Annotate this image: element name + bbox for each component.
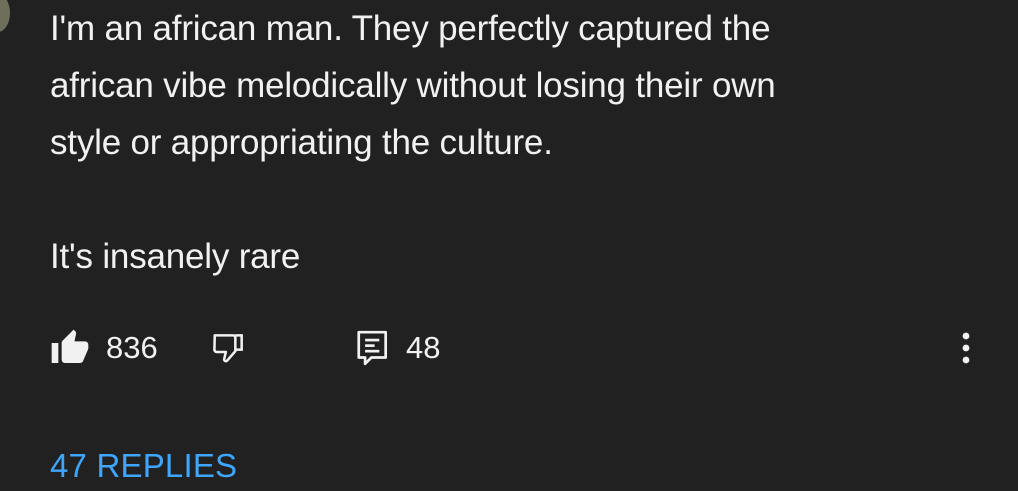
comment-line: It's insanely rare xyxy=(50,237,301,276)
comment-line: style or appropriating the culture. xyxy=(50,123,553,162)
like-button[interactable] xyxy=(50,325,90,371)
comment-line: african vibe melodically without losing … xyxy=(50,66,776,105)
more-vertical-icon xyxy=(962,332,970,364)
reply-count: 48 xyxy=(406,330,441,365)
like-count: 836 xyxy=(106,330,158,365)
comment-body: I'm an african man. They perfectly captu… xyxy=(50,0,950,285)
dislike-button[interactable] xyxy=(210,325,248,371)
thumb-up-filled-icon xyxy=(51,329,89,363)
avatar[interactable] xyxy=(0,0,10,32)
comment-action-bar: 836 48 xyxy=(50,325,980,371)
more-options-button[interactable] xyxy=(950,325,982,371)
thumb-down-outline-icon xyxy=(213,334,243,363)
view-replies-link[interactable]: 47 REPLIES xyxy=(50,442,237,490)
comment-line: I'm an african man. They perfectly captu… xyxy=(50,9,771,48)
comment-icon xyxy=(357,330,388,366)
reply-button[interactable] xyxy=(354,325,392,371)
